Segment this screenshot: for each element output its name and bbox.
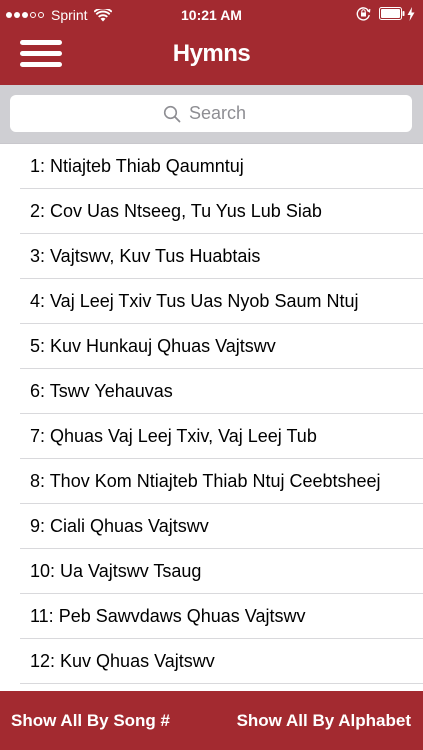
page-title: Hymns — [172, 40, 251, 67]
hymn-title: 9: Ciali Qhuas Vajtswv — [30, 516, 209, 536]
hymn-title: 10: Ua Vajtswv Tsaug — [30, 561, 202, 581]
hymn-title: 6: Tswv Yehauvas — [30, 381, 173, 401]
list-item[interactable]: 12: Kuv Qhuas Vajtswv — [20, 639, 423, 684]
hymn-title: 11: Peb Sawvdaws Qhuas Vajtswv — [30, 606, 306, 626]
hymn-title: 7: Qhuas Vaj Leej Txiv, Vaj Leej Tub — [30, 426, 317, 446]
signal-dot-empty — [38, 12, 44, 18]
list-item[interactable]: 7: Qhuas Vaj Leej Txiv, Vaj Leej Tub — [20, 414, 423, 459]
hymn-title: 3: Vajtswv, Kuv Tus Huabtais — [30, 246, 261, 266]
hymn-title: 8: Thov Kom Ntiajteb Thiab Ntuj Ceebtshe… — [30, 471, 381, 491]
hymn-title: 5: Kuv Hunkauj Qhuas Vajtswv — [30, 336, 276, 356]
header: Sprint 10:21 AM Hymns — [0, 0, 423, 85]
signal-dot-full — [14, 12, 20, 18]
search-bar — [0, 85, 423, 143]
show-all-by-number-button[interactable]: Show All By Song # — [11, 711, 170, 731]
list-item[interactable]: 1: Ntiajteb Thiab Qaumntuj — [20, 144, 423, 189]
list-item[interactable]: 4: Vaj Leej Txiv Tus Uas Nyob Saum Ntuj — [20, 279, 423, 324]
footer-toolbar: Show All By Song # Show All By Alphabet — [0, 691, 423, 750]
list-item[interactable]: 3: Vajtswv, Kuv Tus Huabtais — [20, 234, 423, 279]
list-item[interactable]: 2: Cov Uas Ntseeg, Tu Yus Lub Siab — [20, 189, 423, 234]
list-item[interactable]: 11: Peb Sawvdaws Qhuas Vajtswv — [20, 594, 423, 639]
carrier-name: Sprint — [51, 7, 88, 23]
hymn-title: 2: Cov Uas Ntseeg, Tu Yus Lub Siab — [30, 201, 322, 221]
nav-bar: Hymns — [0, 28, 423, 85]
signal-strength-icon — [6, 12, 46, 18]
hymn-list: 1: Ntiajteb Thiab Qaumntuj 2: Cov Uas Nts… — [0, 143, 423, 692]
status-bar: Sprint 10:21 AM — [0, 0, 423, 28]
hymn-title: 12: Kuv Qhuas Vajtswv — [30, 651, 215, 671]
search-input[interactable] — [189, 103, 259, 124]
hymn-title: 4: Vaj Leej Txiv Tus Uas Nyob Saum Ntuj — [30, 291, 359, 311]
list-item[interactable]: 6: Tswv Yehauvas — [20, 369, 423, 414]
search-icon — [163, 105, 181, 122]
show-all-by-alphabet-button[interactable]: Show All By Alphabet — [237, 711, 411, 731]
status-left: Sprint — [6, 7, 112, 23]
list-item[interactable]: 9: Ciali Qhuas Vajtswv — [20, 504, 423, 549]
hymn-title: 1: Ntiajteb Thiab Qaumntuj — [30, 156, 244, 176]
signal-dot-full — [6, 12, 12, 18]
rotation-lock-icon — [356, 7, 371, 21]
signal-dot-empty — [30, 12, 36, 18]
list-item[interactable]: 8: Thov Kom Ntiajteb Thiab Ntuj Ceebtshe… — [20, 459, 423, 504]
charging-bolt-icon — [407, 6, 415, 21]
signal-dot-full — [22, 12, 28, 18]
battery-icon — [379, 7, 405, 20]
list-item[interactable]: 10: Ua Vajtswv Tsaug — [20, 549, 423, 594]
list-item[interactable]: 5: Kuv Hunkauj Qhuas Vajtswv — [20, 324, 423, 369]
wifi-icon — [93, 8, 112, 21]
status-right — [356, 6, 415, 21]
search-box[interactable] — [10, 95, 412, 132]
